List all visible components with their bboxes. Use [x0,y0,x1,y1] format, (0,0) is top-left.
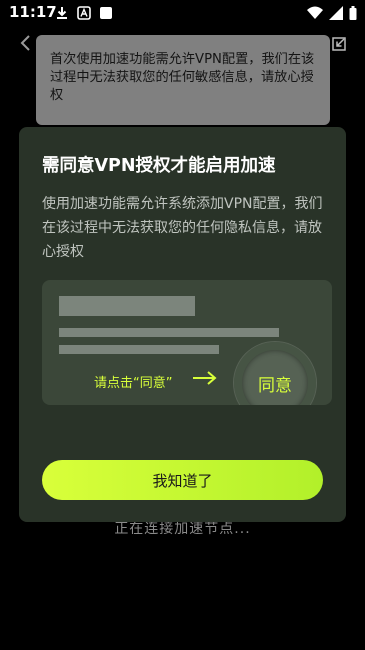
status-bar: 11:17 [0,0,365,26]
arrow-right-icon [192,370,218,386]
wifi-icon [307,5,323,24]
agree-label: 同意 [258,375,292,396]
placeholder-bar [59,296,195,316]
download-icon [55,5,69,19]
white-square-icon [99,5,113,19]
back-arrow-icon[interactable] [18,34,32,52]
dialog-title: 需同意VPN授权才能启用加速 [42,156,276,176]
got-it-label: 我知道了 [152,471,213,490]
status-right-icons [307,5,357,24]
dialog-description: 使用加速功能需允许系统添加VPN配置，我们在该过程中无法获取您的任何隐私信息，请… [42,196,323,260]
placeholder-line [59,345,219,354]
minimize-icon[interactable] [332,36,346,51]
got-it-button[interactable]: 我知道了 [42,460,323,500]
vpn-authorization-dialog: 需同意VPN授权才能启用加速 使用加速功能需允许系统添加VPN配置，我们在该过程… [19,127,346,522]
a-badge-icon [77,5,91,20]
signal-icon [329,5,343,24]
authorization-illustration: 请点击“同意” 同意 [42,280,332,405]
vpn-permission-toast: 首次使用加速功能需允许VPN配置，我们在该过程中无法获取您的任何敏感信息，请放心… [36,35,330,125]
toast-text: 首次使用加速功能需允许VPN配置，我们在该过程中无法获取您的任何敏感信息，请放心… [50,52,315,103]
placeholder-line [59,328,279,337]
illustration-hint: 请点击“同意” [94,376,173,391]
battery-icon [349,5,357,24]
status-left-icons [55,5,113,20]
status-time: 11:17 [9,3,57,21]
